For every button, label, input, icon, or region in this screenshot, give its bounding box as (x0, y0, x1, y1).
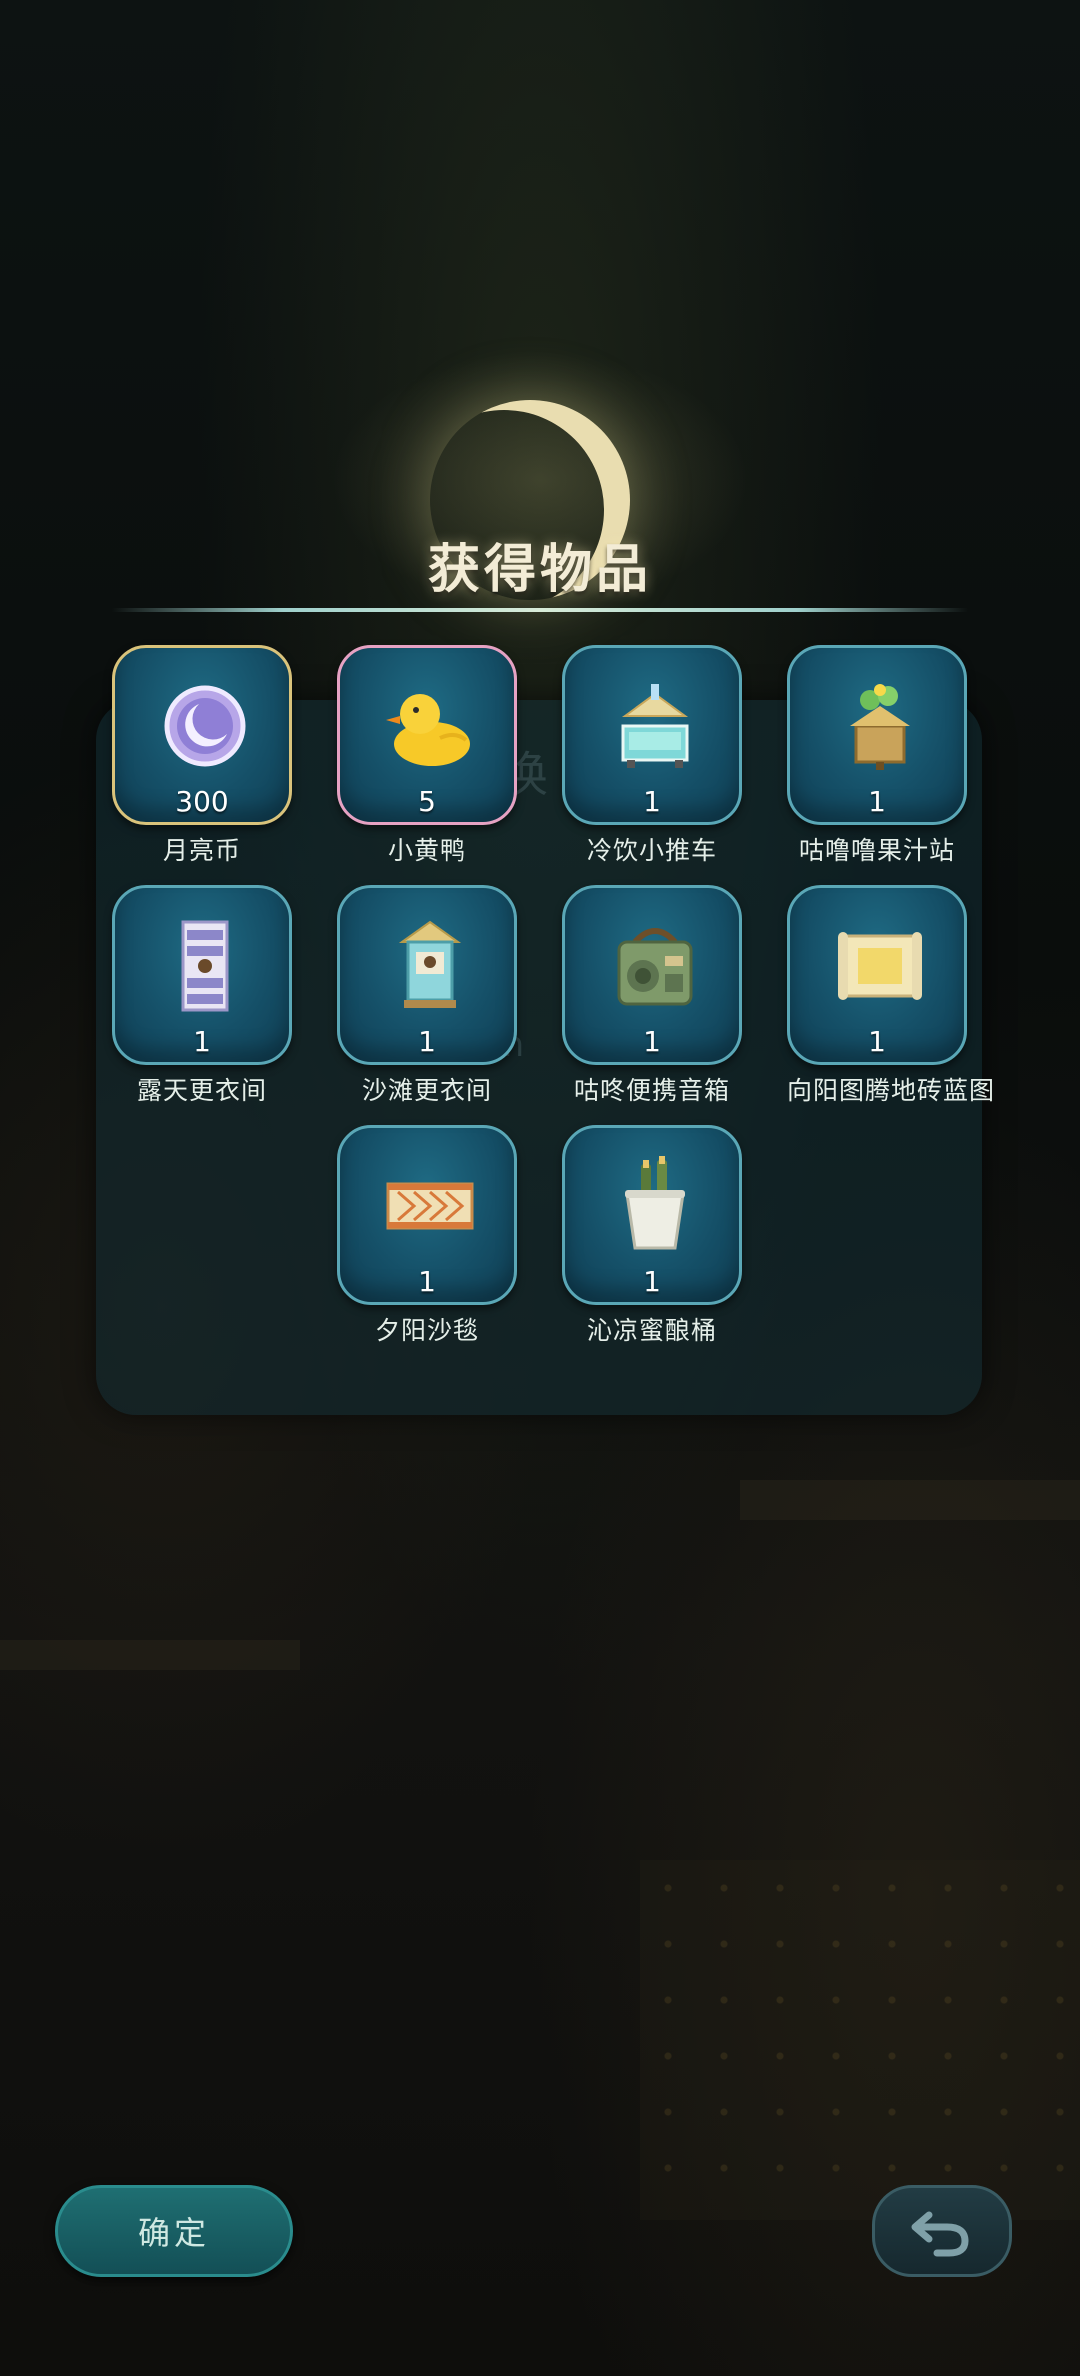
reward-item-tile[interactable]: 1 (562, 645, 742, 825)
background-floor-tiles (640, 1860, 1080, 2220)
item-quantity: 1 (643, 785, 661, 818)
reward-item[interactable]: 1 沙滩更衣间 (337, 885, 517, 1107)
reward-item-tile[interactable]: 1 (337, 885, 517, 1065)
item-quantity: 5 (418, 785, 436, 818)
item-name: 咕咚便携音箱 (573, 1076, 730, 1105)
moon-coin-icon (164, 685, 246, 767)
item-name: 月亮币 (162, 836, 241, 865)
rubber-duck-icon (386, 694, 470, 766)
item-quantity: 1 (643, 1025, 661, 1058)
item-quantity: 1 (868, 785, 886, 818)
reward-item[interactable]: 5 小黄鸭 (337, 645, 517, 867)
item-quantity: 1 (868, 1025, 886, 1058)
item-quantity: 300 (175, 785, 229, 818)
reward-item[interactable]: 1 露天更衣间 (112, 885, 292, 1107)
sunset-rug-icon (386, 1182, 474, 1230)
item-name: 向阳图腾地砖蓝图 (787, 1076, 996, 1105)
blueprint-scroll-icon (838, 932, 922, 1000)
confirm-button-label: 确定 (137, 2214, 210, 2252)
item-quantity: 1 (418, 1025, 436, 1058)
item-name: 沁凉蜜酿桶 (586, 1316, 717, 1345)
juice-stand-icon (850, 684, 910, 770)
item-name: 夕阳沙毯 (374, 1316, 479, 1345)
reward-item-tile[interactable]: 1 (562, 1125, 742, 1305)
item-quantity: 1 (193, 1025, 211, 1058)
item-name: 露天更衣间 (136, 1076, 267, 1105)
confirm-button[interactable]: 确定 (55, 2185, 293, 2277)
outdoor-changing-room-icon (181, 920, 229, 1012)
reward-item[interactable]: 1 向阳图腾地砖蓝图 (787, 885, 996, 1107)
reward-item[interactable]: 1 夕阳沙毯 (337, 1125, 517, 1347)
item-name: 冷饮小推车 (586, 836, 717, 865)
reward-item[interactable]: 1 沁凉蜜酿桶 (562, 1125, 742, 1347)
reward-item-tile[interactable]: 1 (787, 645, 967, 825)
reward-title: 获得物品 (427, 540, 652, 600)
title-divider (112, 608, 968, 612)
reward-item-tile[interactable]: 300 (112, 645, 292, 825)
background-hedge (740, 1480, 1080, 1520)
reward-item-tile[interactable]: 1 (562, 885, 742, 1065)
background-fence (0, 1640, 300, 1670)
reward-item-tile[interactable]: 1 (112, 885, 292, 1065)
ice-bucket-icon (625, 1156, 685, 1250)
item-quantity: 1 (418, 1265, 436, 1298)
item-name: 沙滩更衣间 (361, 1076, 492, 1105)
item-name: 小黄鸭 (387, 836, 466, 865)
reward-item[interactable]: 1 咕噜噜果汁站 (787, 645, 967, 867)
reward-item-tile[interactable]: 1 (337, 1125, 517, 1305)
beach-changing-room-icon (398, 920, 462, 1008)
cold-drink-cart-icon (621, 684, 689, 768)
reward-item[interactable]: 1 咕咚便携音箱 (562, 885, 742, 1107)
item-quantity: 1 (643, 1265, 661, 1298)
reward-item-tile[interactable]: 1 (787, 885, 967, 1065)
back-arrow-icon (911, 2211, 969, 2257)
portable-speaker-icon (617, 928, 693, 1006)
reward-item-tile[interactable]: 5 (337, 645, 517, 825)
item-name: 咕噜噜果汁站 (798, 836, 955, 865)
reward-item[interactable]: 1 冷饮小推车 (562, 645, 742, 867)
reward-item[interactable]: 300 月亮币 (112, 645, 292, 867)
back-button[interactable] (872, 2185, 1012, 2277)
